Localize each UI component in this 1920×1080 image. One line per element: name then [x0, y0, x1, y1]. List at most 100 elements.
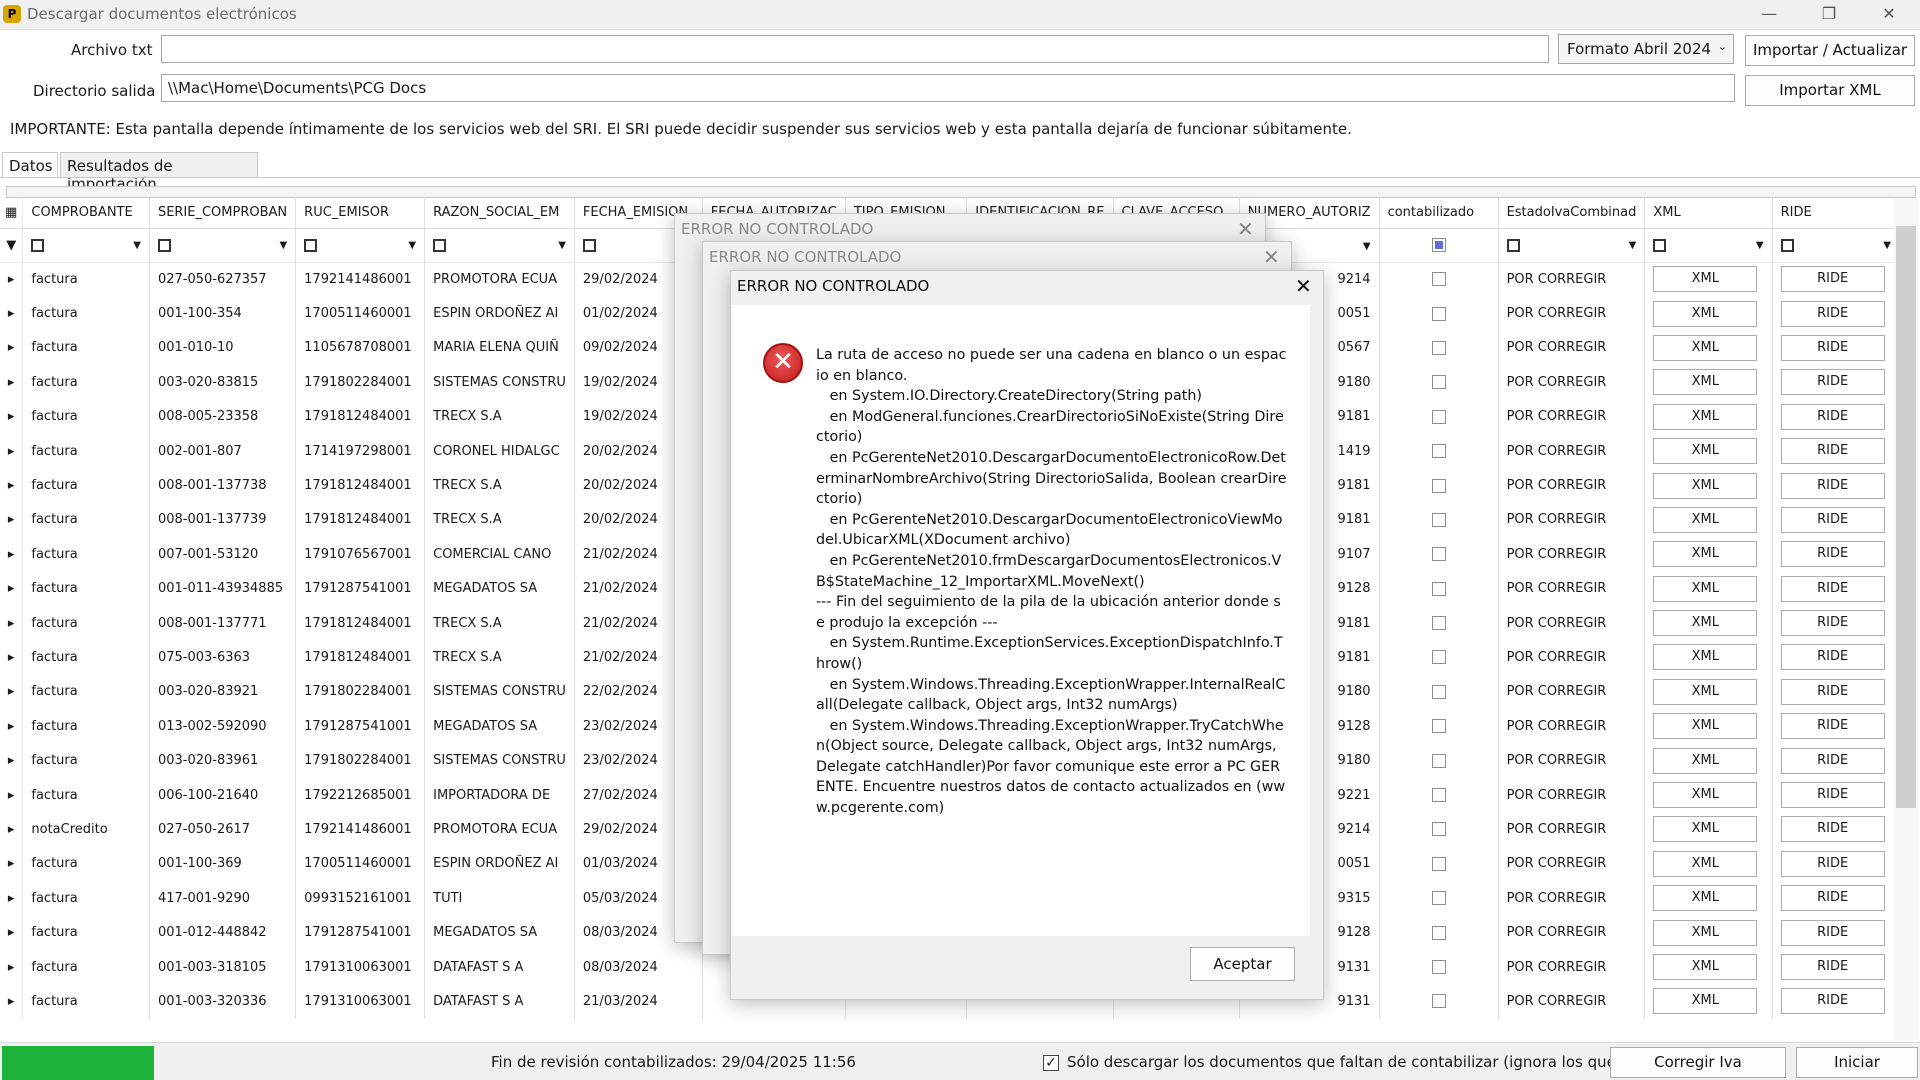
grid-cell[interactable]: factura: [22, 640, 150, 675]
grid-cell[interactable]: factura: [22, 915, 150, 950]
grid-cell[interactable]: DATAFAST S A: [424, 984, 575, 1019]
grid-cell[interactable]: 001-100-369: [149, 846, 297, 882]
xml-button[interactable]: XML: [1653, 541, 1758, 568]
filter-icon[interactable]: ▼: [0, 228, 24, 263]
col-razon-social[interactable]: RAZON_SOCIAL_EM: [424, 198, 575, 229]
estado-cell[interactable]: POR CORREGIR: [1498, 605, 1646, 641]
estado-cell[interactable]: POR CORREGIR: [1498, 812, 1646, 847]
grid-cell[interactable]: 003-020-83815: [149, 365, 297, 400]
grid-cell[interactable]: 001-011-43934885: [149, 571, 297, 606]
grid-cell[interactable]: factura: [22, 743, 150, 778]
estado-cell[interactable]: POR CORREGIR: [1498, 709, 1646, 744]
grid-cell[interactable]: factura: [22, 330, 150, 366]
xml-button[interactable]: XML: [1653, 850, 1758, 877]
contabilizado-checkbox[interactable]: [1431, 960, 1446, 974]
xml-button[interactable]: XML: [1653, 678, 1758, 705]
grid-cell[interactable]: TRECX S.A: [424, 399, 575, 434]
grid-cell[interactable]: 027-050-627357: [149, 262, 297, 297]
estado-cell[interactable]: POR CORREGIR: [1498, 777, 1646, 813]
grid-cell[interactable]: 001-003-320336: [149, 984, 297, 1019]
grid-cell[interactable]: 1791287541001: [295, 915, 426, 950]
grid-cell[interactable]: 08/03/2024: [574, 949, 703, 985]
ride-button[interactable]: RIDE: [1780, 644, 1885, 671]
contabilizado-checkbox[interactable]: [1431, 616, 1446, 631]
contabilizado-checkbox[interactable]: [1431, 891, 1446, 906]
close-icon[interactable]: ✕: [1295, 274, 1312, 298]
grid-cell[interactable]: notaCredito: [22, 812, 150, 847]
contabilizado-checkbox[interactable]: [1431, 409, 1446, 424]
row-selector[interactable]: ▸: [0, 330, 24, 366]
grid-cell[interactable]: factura: [22, 399, 150, 434]
grid-cell[interactable]: 1791310063001: [295, 949, 426, 985]
xml-button[interactable]: XML: [1653, 266, 1758, 293]
xml-button[interactable]: XML: [1653, 575, 1758, 602]
grid-cell[interactable]: 001-012-448842: [149, 915, 297, 950]
col-ruc[interactable]: RUC_EMISOR: [295, 198, 426, 229]
col-serie[interactable]: SERIE_COMPROBAN: [149, 198, 297, 229]
grid-cell[interactable]: factura: [22, 709, 150, 744]
grid-cell[interactable]: factura: [22, 433, 150, 469]
grid-cell[interactable]: MEGADATOS SA: [424, 915, 575, 950]
row-selector[interactable]: ▸: [0, 709, 24, 744]
row-selector[interactable]: ▸: [0, 915, 24, 950]
aceptar-button[interactable]: Aceptar: [1190, 947, 1295, 981]
contabilizado-checkbox[interactable]: [1431, 856, 1446, 871]
xml-button[interactable]: XML: [1653, 300, 1758, 327]
row-selector[interactable]: ▸: [0, 984, 24, 1019]
tab-datos[interactable]: Datos: [2, 152, 58, 178]
contabilizado-checkbox[interactable]: [1431, 581, 1446, 596]
grid-cell[interactable]: 002-001-807: [149, 433, 297, 469]
grid-cell[interactable]: 1791802284001: [295, 365, 426, 400]
grid-cell[interactable]: 1791802284001: [295, 674, 426, 710]
xml-button[interactable]: XML: [1653, 438, 1758, 465]
col-comprobante[interactable]: COMPROBANTE: [22, 198, 150, 229]
grid-cell[interactable]: 1792212685001: [295, 777, 426, 813]
grid-cell[interactable]: SISTEMAS CONSTRU: [424, 365, 575, 400]
grid-cell[interactable]: CORONEL HIDALGC: [424, 433, 575, 469]
restore-icon[interactable]: ❐: [1802, 0, 1856, 30]
filter-cell[interactable]: ▼: [1644, 228, 1773, 263]
grid-cell[interactable]: 1791802284001: [295, 743, 426, 778]
ride-button[interactable]: RIDE: [1780, 816, 1885, 843]
grid-cell[interactable]: factura: [22, 984, 150, 1019]
grid-cell[interactable]: 013-002-592090: [149, 709, 297, 744]
contabilizado-checkbox[interactable]: [1431, 478, 1446, 493]
row-selector[interactable]: ▸: [0, 846, 24, 882]
ride-button[interactable]: RIDE: [1780, 988, 1885, 1015]
estado-cell[interactable]: POR CORREGIR: [1498, 365, 1646, 400]
grid-cell[interactable]: 027-050-2617: [149, 812, 297, 847]
splitter-bar[interactable]: [6, 186, 1916, 198]
contabilizado-checkbox[interactable]: [1431, 272, 1446, 287]
minimize-icon[interactable]: —: [1742, 0, 1796, 30]
grid-cell[interactable]: MARIA ELENA QUIÑ: [424, 330, 575, 366]
estado-cell[interactable]: POR CORREGIR: [1498, 330, 1646, 366]
xml-button[interactable]: XML: [1653, 954, 1758, 980]
grid-cell[interactable]: 1700511460001: [295, 846, 426, 882]
col-ride[interactable]: RIDE: [1772, 198, 1900, 229]
grid-cell[interactable]: 1105678708001: [295, 330, 426, 366]
estado-cell[interactable]: POR CORREGIR: [1498, 915, 1646, 950]
filter-cell[interactable]: ▼: [1498, 228, 1646, 263]
grid-cell[interactable]: 006-100-21640: [149, 777, 297, 813]
ride-button[interactable]: RIDE: [1780, 885, 1885, 912]
xml-button[interactable]: XML: [1653, 747, 1758, 774]
row-selector[interactable]: ▸: [0, 640, 24, 675]
grid-cell[interactable]: TRECX S.A: [424, 640, 575, 675]
ride-button[interactable]: RIDE: [1780, 713, 1885, 740]
estado-cell[interactable]: POR CORREGIR: [1498, 949, 1646, 985]
row-selector[interactable]: ▸: [0, 365, 24, 400]
estado-cell[interactable]: POR CORREGIR: [1498, 399, 1646, 434]
row-selector[interactable]: ▸: [0, 433, 24, 469]
grid-cell[interactable]: 075-003-6363: [149, 640, 297, 675]
xml-button[interactable]: XML: [1653, 369, 1758, 396]
col-contabilizado[interactable]: contabilizado: [1379, 198, 1499, 229]
contabilizado-checkbox[interactable]: [1431, 547, 1446, 562]
grid-cell[interactable]: ESPIN ORDOÑEZ AI: [424, 296, 575, 331]
contabilizado-checkbox[interactable]: [1431, 994, 1446, 1009]
contabilizado-checkbox[interactable]: [1431, 340, 1446, 355]
xml-button[interactable]: XML: [1653, 506, 1758, 533]
grid-cell[interactable]: factura: [22, 881, 150, 916]
grid-cell[interactable]: TRECX S.A: [424, 605, 575, 641]
grid-cell[interactable]: PROMOTORA ECUA: [424, 262, 575, 297]
ride-button[interactable]: RIDE: [1780, 919, 1885, 946]
